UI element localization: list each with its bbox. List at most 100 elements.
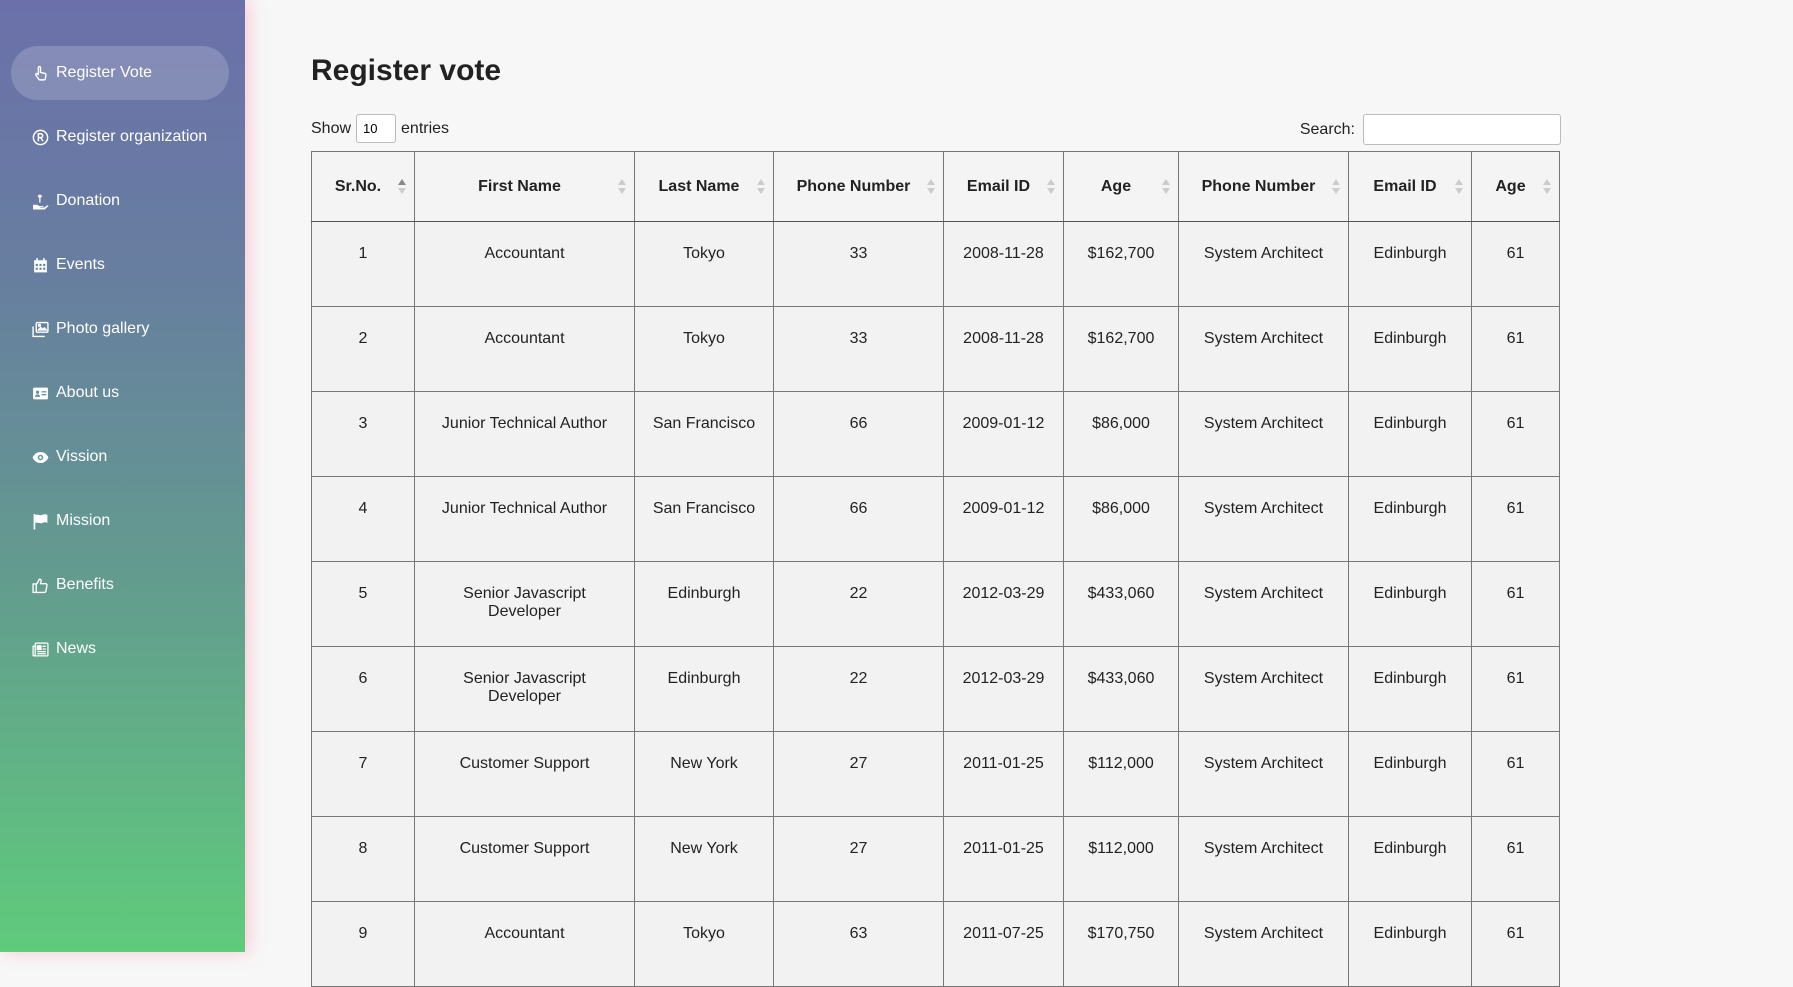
sidebar-item-label: News <box>56 640 97 657</box>
table-row: 7 Customer Support New York 27 2011-01-25 $11… <box>311 731 1560 817</box>
sort-ascending-icon <box>398 179 406 195</box>
table-cell: 66 <box>773 391 944 477</box>
sidebar-item-register-vote[interactable]: Register Vote <box>11 46 229 100</box>
sidebar-item-vission[interactable]: Vission <box>11 430 229 484</box>
table-cell: Edinburgh <box>1348 306 1472 392</box>
table-cell: System Architect <box>1178 476 1349 562</box>
table-cell: 63 <box>773 901 944 987</box>
table-cell: 27 <box>773 816 944 902</box>
column-header-phone-number[interactable]: Phone Number <box>773 151 944 222</box>
table-cell: System Architect <box>1178 391 1349 477</box>
table-cell: Customer Support <box>414 731 635 817</box>
search-input[interactable] <box>1363 114 1561 145</box>
table-cell: 7 <box>311 731 415 817</box>
sort-icon <box>1543 179 1551 195</box>
table-cell: Senior Javascript Developer <box>414 561 635 647</box>
table-cell: 2012-03-29 <box>943 561 1064 647</box>
table-row: 4 Junior Technical Author San Francisco 66 2… <box>311 476 1560 562</box>
table-cell: New York <box>634 731 774 817</box>
table-row: 5 Senior Javascript Developer Edinburgh 22 2… <box>311 561 1560 647</box>
table-cell: New York <box>634 816 774 902</box>
column-header-label: Last Name <box>658 177 740 195</box>
column-header-label: Age <box>1495 177 1526 195</box>
sidebar-item-mission[interactable]: Mission <box>11 494 229 548</box>
column-header-label: Sr.No. <box>334 177 382 195</box>
hand-holding-heart-icon <box>31 192 49 210</box>
column-header-email-id-2[interactable]: Email ID <box>1348 151 1472 222</box>
column-header-sr-no[interactable]: Sr.No. <box>311 151 415 222</box>
table-cell: 2008-11-28 <box>943 221 1064 307</box>
table-cell: San Francisco <box>634 476 774 562</box>
table-row: 2 Accountant Tokyo 33 2008-11-28 $162,700 Syst… <box>311 306 1560 392</box>
table-cell: System Architect <box>1178 816 1349 902</box>
table-cell: Edinburgh <box>634 646 774 732</box>
table-cell: $170,750 <box>1063 901 1179 987</box>
table-cell: System Architect <box>1178 561 1349 647</box>
entries-per-page-input[interactable] <box>356 114 397 143</box>
sidebar-item-about-us[interactable]: About us <box>11 366 229 420</box>
table-cell: 2008-11-28 <box>943 306 1064 392</box>
sidebar-item-benefits[interactable]: Benefits <box>11 558 229 612</box>
table-cell: 33 <box>773 221 944 307</box>
page-title: Register vote <box>311 54 502 87</box>
table-cell: Tokyo <box>634 901 774 987</box>
entries-length-control: Show entries <box>311 114 449 143</box>
column-header-age-2[interactable]: Age <box>1471 151 1560 222</box>
table-body: 1 Accountant Tokyo 33 2008-11-28 $162,700 Syst… <box>311 221 1560 987</box>
table-cell: Customer Support <box>414 816 635 902</box>
table-cell: 61 <box>1471 561 1560 647</box>
table-row: 8 Customer Support New York 27 2011-01-25 $11… <box>311 816 1560 902</box>
sidebar-item-events[interactable]: Events <box>11 238 229 292</box>
column-header-email-id[interactable]: Email ID <box>943 151 1064 222</box>
table-cell: 27 <box>773 731 944 817</box>
table-cell: Tokyo <box>634 221 774 307</box>
table-row: 1 Accountant Tokyo 33 2008-11-28 $162,700 Syst… <box>311 221 1560 307</box>
sidebar: Register Vote Register organization Dona… <box>0 0 245 952</box>
sidebar-item-photo-gallery[interactable]: Photo gallery <box>11 302 229 356</box>
table-cell: $86,000 <box>1063 391 1179 477</box>
table-cell: 4 <box>311 476 415 562</box>
show-label: Show <box>311 119 352 137</box>
sidebar-item-label: Register Vote <box>56 64 153 81</box>
table-cell: Edinburgh <box>1348 646 1472 732</box>
column-header-label: Age <box>1100 177 1132 195</box>
table-cell: Junior Technical Author <box>414 476 635 562</box>
sidebar-item-label: Benefits <box>56 576 114 593</box>
calendar-icon <box>31 256 49 274</box>
sidebar-item-label: Photo gallery <box>56 320 150 337</box>
hand-pointer-icon <box>31 64 49 82</box>
table-cell: 22 <box>773 646 944 732</box>
table-cell: $112,000 <box>1063 816 1179 902</box>
table-cell: $86,000 <box>1063 476 1179 562</box>
table-cell: 1 <box>311 221 415 307</box>
column-header-label: Email ID <box>966 177 1031 195</box>
column-header-first-name[interactable]: First Name <box>414 151 635 222</box>
sidebar-item-donation[interactable]: Donation <box>11 174 229 228</box>
search-label: Search: <box>1299 120 1355 138</box>
table-header-row: Sr.No. First Name Last Name Phone Number… <box>311 151 1560 222</box>
table-cell: System Architect <box>1178 646 1349 732</box>
table-cell: $433,060 <box>1063 646 1179 732</box>
table-cell: 61 <box>1471 306 1560 392</box>
table-cell: System Architect <box>1178 306 1349 392</box>
table-cell: 2011-01-25 <box>943 816 1064 902</box>
column-header-last-name[interactable]: Last Name <box>634 151 774 222</box>
column-header-age[interactable]: Age <box>1063 151 1179 222</box>
table-cell: 61 <box>1471 646 1560 732</box>
column-header-label: Phone Number <box>1201 177 1316 195</box>
table-cell: Edinburgh <box>1348 731 1472 817</box>
table-cell: System Architect <box>1178 731 1349 817</box>
table-cell: 33 <box>773 306 944 392</box>
table-cell: 66 <box>773 476 944 562</box>
sidebar-item-register-organization[interactable]: Register organization <box>11 110 229 164</box>
sort-icon <box>1162 179 1170 195</box>
table-cell: 2012-03-29 <box>943 646 1064 732</box>
column-header-phone-number-2[interactable]: Phone Number <box>1178 151 1349 222</box>
column-header-label: Phone Number <box>796 177 911 195</box>
table-cell: 22 <box>773 561 944 647</box>
data-table: Sr.No. First Name Last Name Phone Number… <box>311 151 1560 987</box>
thumbs-up-icon <box>31 576 49 594</box>
column-header-label: First Name <box>478 177 561 195</box>
sidebar-item-label: Register organization <box>56 128 208 145</box>
sidebar-item-news[interactable]: News <box>11 622 229 676</box>
